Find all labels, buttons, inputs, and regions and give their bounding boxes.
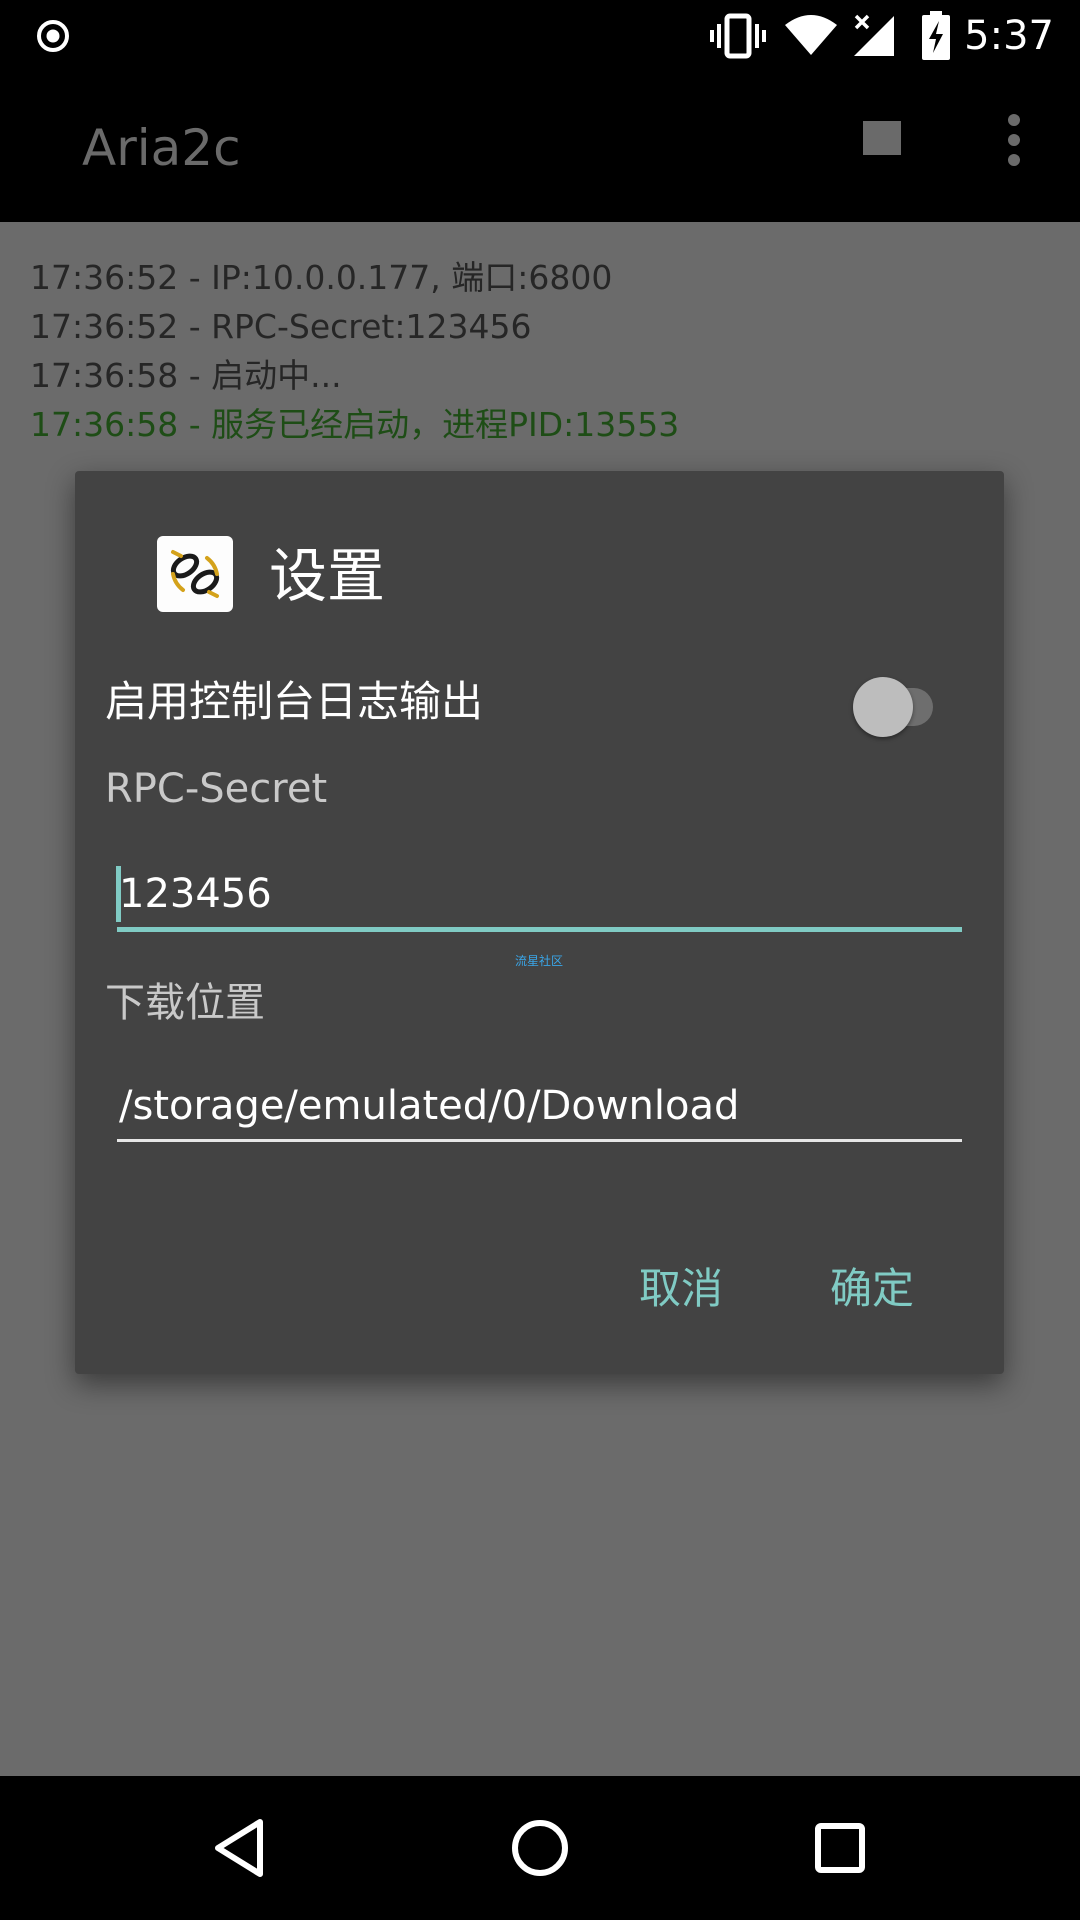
app-logo-icon: [157, 536, 233, 612]
log-line-success: 17:36:58 - 服务已经启动，进程PID:13553: [30, 405, 680, 444]
status-clock: 5:37: [964, 13, 1054, 59]
log-line: 17:36:58 - 启动中...: [30, 356, 342, 395]
vibrate-icon: [710, 13, 766, 59]
log-line: 17:36:52 - RPC-Secret:123456: [30, 307, 532, 346]
settings-dialog: 设置 启用控制台日志输出 RPC-Secret 流星社区 下载位置 取消 确定: [75, 471, 1004, 1374]
rpc-secret-input[interactable]: [117, 866, 963, 922]
wifi-icon: [785, 15, 837, 55]
overflow-menu-icon: [1008, 134, 1020, 146]
download-location-label: 下载位置: [105, 980, 265, 1026]
switch-thumb: [853, 677, 913, 737]
ok-button[interactable]: 确定: [830, 1261, 914, 1317]
navigation-bar: [0, 1776, 1080, 1920]
rpc-secret-underline: [117, 927, 962, 932]
home-icon[interactable]: [500, 1808, 580, 1888]
overflow-menu-icon: [1008, 114, 1020, 126]
dialog-title: 设置: [269, 542, 386, 610]
overflow-menu-icon: [1008, 154, 1020, 166]
overflow-menu-button[interactable]: [996, 112, 1032, 168]
signal-no-data-icon: [854, 14, 894, 56]
recents-icon[interactable]: [800, 1808, 880, 1888]
stop-button[interactable]: [858, 114, 906, 162]
record-icon: [37, 20, 69, 52]
download-location-underline: [117, 1139, 962, 1142]
cancel-button[interactable]: 取消: [639, 1261, 723, 1317]
console-log-switch[interactable]: [843, 669, 943, 737]
download-location-input[interactable]: [117, 1078, 963, 1134]
app-title: Aria2c: [82, 119, 241, 177]
battery-charging-icon: [922, 11, 950, 60]
log-line: 17:36:52 - IP:10.0.0.177, 端口:6800: [30, 258, 613, 297]
rpc-secret-label: RPC-Secret: [105, 766, 328, 812]
back-icon[interactable]: [200, 1808, 280, 1888]
app-toolbar: Aria2c: [0, 72, 1080, 222]
console-log-label: 启用控制台日志输出: [105, 677, 484, 726]
stop-icon: [863, 121, 901, 155]
status-bar: 5:37: [0, 0, 1080, 72]
watermark-text: 流星社区: [515, 954, 564, 968]
